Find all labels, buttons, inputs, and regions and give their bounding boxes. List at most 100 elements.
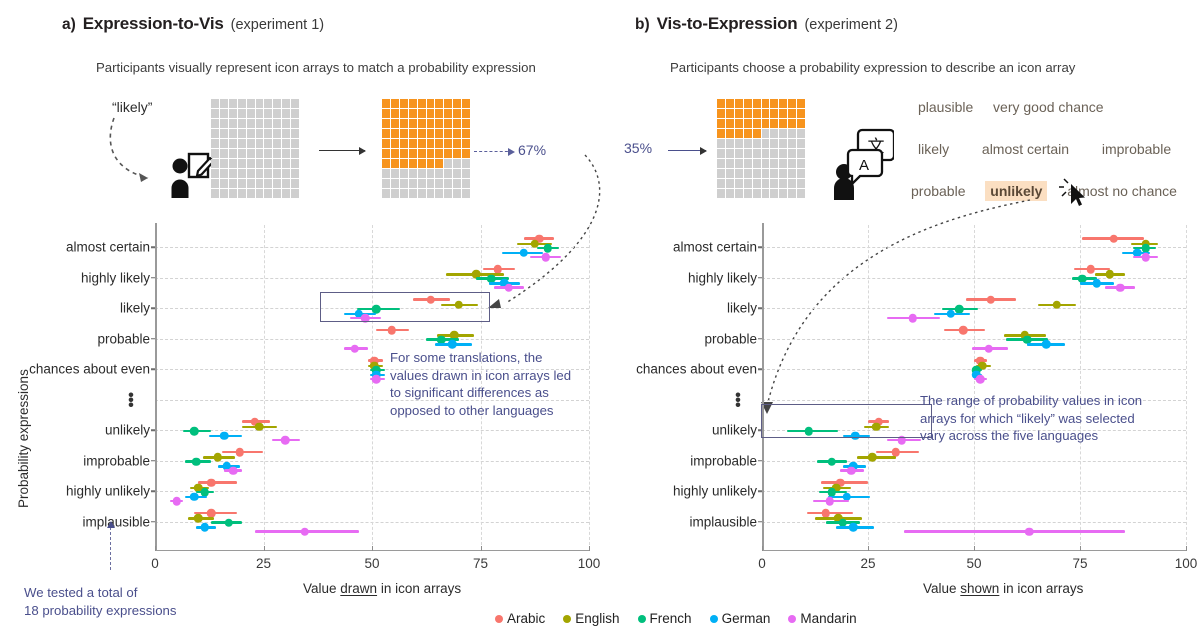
data-point[interactable]: [1109, 234, 1119, 243]
data-point[interactable]: [908, 313, 917, 323]
data-point[interactable]: [235, 447, 244, 457]
legend-label: Mandarin: [800, 611, 857, 626]
data-point[interactable]: [300, 527, 309, 536]
data-point[interactable]: [846, 466, 856, 475]
y-axis-label: chances about even: [636, 361, 757, 377]
data-point[interactable]: [372, 374, 381, 384]
data-point[interactable]: [1086, 264, 1095, 274]
data-point[interactable]: [543, 243, 553, 253]
highlight-box-likely-a: [320, 292, 490, 322]
data-point[interactable]: [848, 523, 858, 532]
data-point[interactable]: [946, 309, 955, 319]
data-point[interactable]: [207, 478, 216, 487]
legend: Arabic English French German Mandarin: [495, 611, 857, 626]
data-point[interactable]: [984, 344, 994, 353]
data-point[interactable]: [986, 295, 996, 304]
y-axis-label: improbable: [690, 453, 757, 468]
data-point[interactable]: [189, 426, 199, 436]
legend-swatch: [709, 614, 718, 623]
legend-item[interactable]: Arabic: [495, 611, 545, 626]
y-tick: [758, 276, 762, 279]
data-point[interactable]: [1116, 283, 1125, 292]
y-tick: [151, 337, 155, 340]
legend-item[interactable]: German: [709, 611, 770, 626]
x-tick: [1080, 545, 1081, 551]
data-point[interactable]: [1105, 270, 1114, 279]
x-tick-label: 0: [758, 555, 766, 571]
data-point[interactable]: [504, 283, 513, 292]
data-point[interactable]: [519, 248, 529, 258]
data-point[interactable]: [194, 514, 203, 523]
legend-swatch: [788, 614, 797, 623]
data-point[interactable]: [976, 374, 985, 384]
data-point[interactable]: [172, 496, 181, 506]
y-axis-label: likely: [119, 300, 150, 316]
data-point[interactable]: [825, 496, 835, 506]
legend-item[interactable]: French: [637, 611, 692, 626]
x-tick-label: 50: [966, 555, 982, 571]
data-point[interactable]: [350, 344, 359, 353]
y-axis-label: highly unlikely: [65, 483, 150, 499]
y-tick: [151, 368, 155, 370]
data-point[interactable]: [891, 447, 900, 457]
y-tick: [758, 368, 762, 370]
y-axis-label: unlikely: [711, 422, 757, 438]
grid-line-vertical: [1186, 225, 1187, 550]
y-axis-label: chances about even: [29, 361, 150, 377]
x-tick: [589, 545, 590, 551]
data-point[interactable]: [254, 422, 264, 432]
data-point[interactable]: [189, 492, 199, 502]
y-axis-label: highly unlikely: [672, 483, 757, 499]
highlight-box-unlikely-b: [761, 404, 932, 438]
data-point[interactable]: [959, 325, 968, 335]
data-point[interactable]: [213, 453, 223, 462]
chart-experiment-1[interactable]: 0 25 50 75 100 almost certain highly likely lik…: [0, 0, 620, 628]
legend-swatch: [495, 614, 503, 623]
x-tick: [155, 545, 156, 551]
y-axis-line: [155, 223, 157, 550]
panel-experiment-2: b) Vis-to-Expression (experiment 2) Part…: [620, 0, 1200, 628]
x-axis-title-b: Value shown in icon arrays: [923, 581, 1084, 596]
y-tick: [758, 459, 762, 462]
confidence-interval-line: [904, 530, 1125, 533]
data-point[interactable]: [541, 252, 550, 262]
data-point[interactable]: [1092, 279, 1102, 288]
data-point[interactable]: [220, 431, 229, 441]
y-axis-ellipsis: • • •: [128, 385, 134, 414]
grid-line-vertical: [974, 225, 975, 550]
data-point[interactable]: [228, 466, 238, 475]
y-tick: [151, 490, 155, 492]
data-point[interactable]: [207, 508, 216, 518]
annotation-b: The range of probability values in icon …: [920, 393, 1143, 444]
x-tick: [868, 545, 869, 551]
data-point[interactable]: [200, 523, 210, 532]
data-point[interactable]: [280, 435, 290, 445]
x-tick-label: 75: [472, 555, 489, 571]
x-axis-title-a: Value drawn in icon arrays: [303, 581, 462, 596]
y-tick: [151, 307, 155, 309]
data-point[interactable]: [1141, 252, 1150, 262]
y-axis-label: highly likely: [80, 270, 150, 285]
data-point[interactable]: [191, 457, 201, 466]
data-point[interactable]: [224, 518, 234, 527]
data-point[interactable]: [387, 325, 396, 335]
x-tick: [974, 545, 975, 551]
legend-item[interactable]: Mandarin: [788, 611, 857, 626]
legend-item[interactable]: English: [563, 611, 620, 626]
y-axis-label: implausible: [689, 514, 757, 529]
data-point[interactable]: [1024, 527, 1034, 536]
data-point[interactable]: [493, 264, 503, 274]
data-point[interactable]: [1052, 300, 1061, 310]
data-point[interactable]: [827, 457, 837, 466]
y-tick: [151, 520, 155, 523]
grid-line-vertical: [589, 225, 590, 550]
data-point[interactable]: [1041, 340, 1051, 349]
grid-line-vertical: [263, 225, 265, 550]
y-axis-line: [762, 223, 764, 550]
chart-experiment-2[interactable]: 0 25 50 75 100 almost certain highly likely lik…: [620, 0, 1200, 628]
data-point[interactable]: [448, 340, 457, 349]
y-axis-label: implausible: [82, 514, 150, 529]
data-point[interactable]: [821, 508, 830, 518]
data-point[interactable]: [867, 453, 877, 462]
x-tick-label: 25: [255, 555, 272, 571]
